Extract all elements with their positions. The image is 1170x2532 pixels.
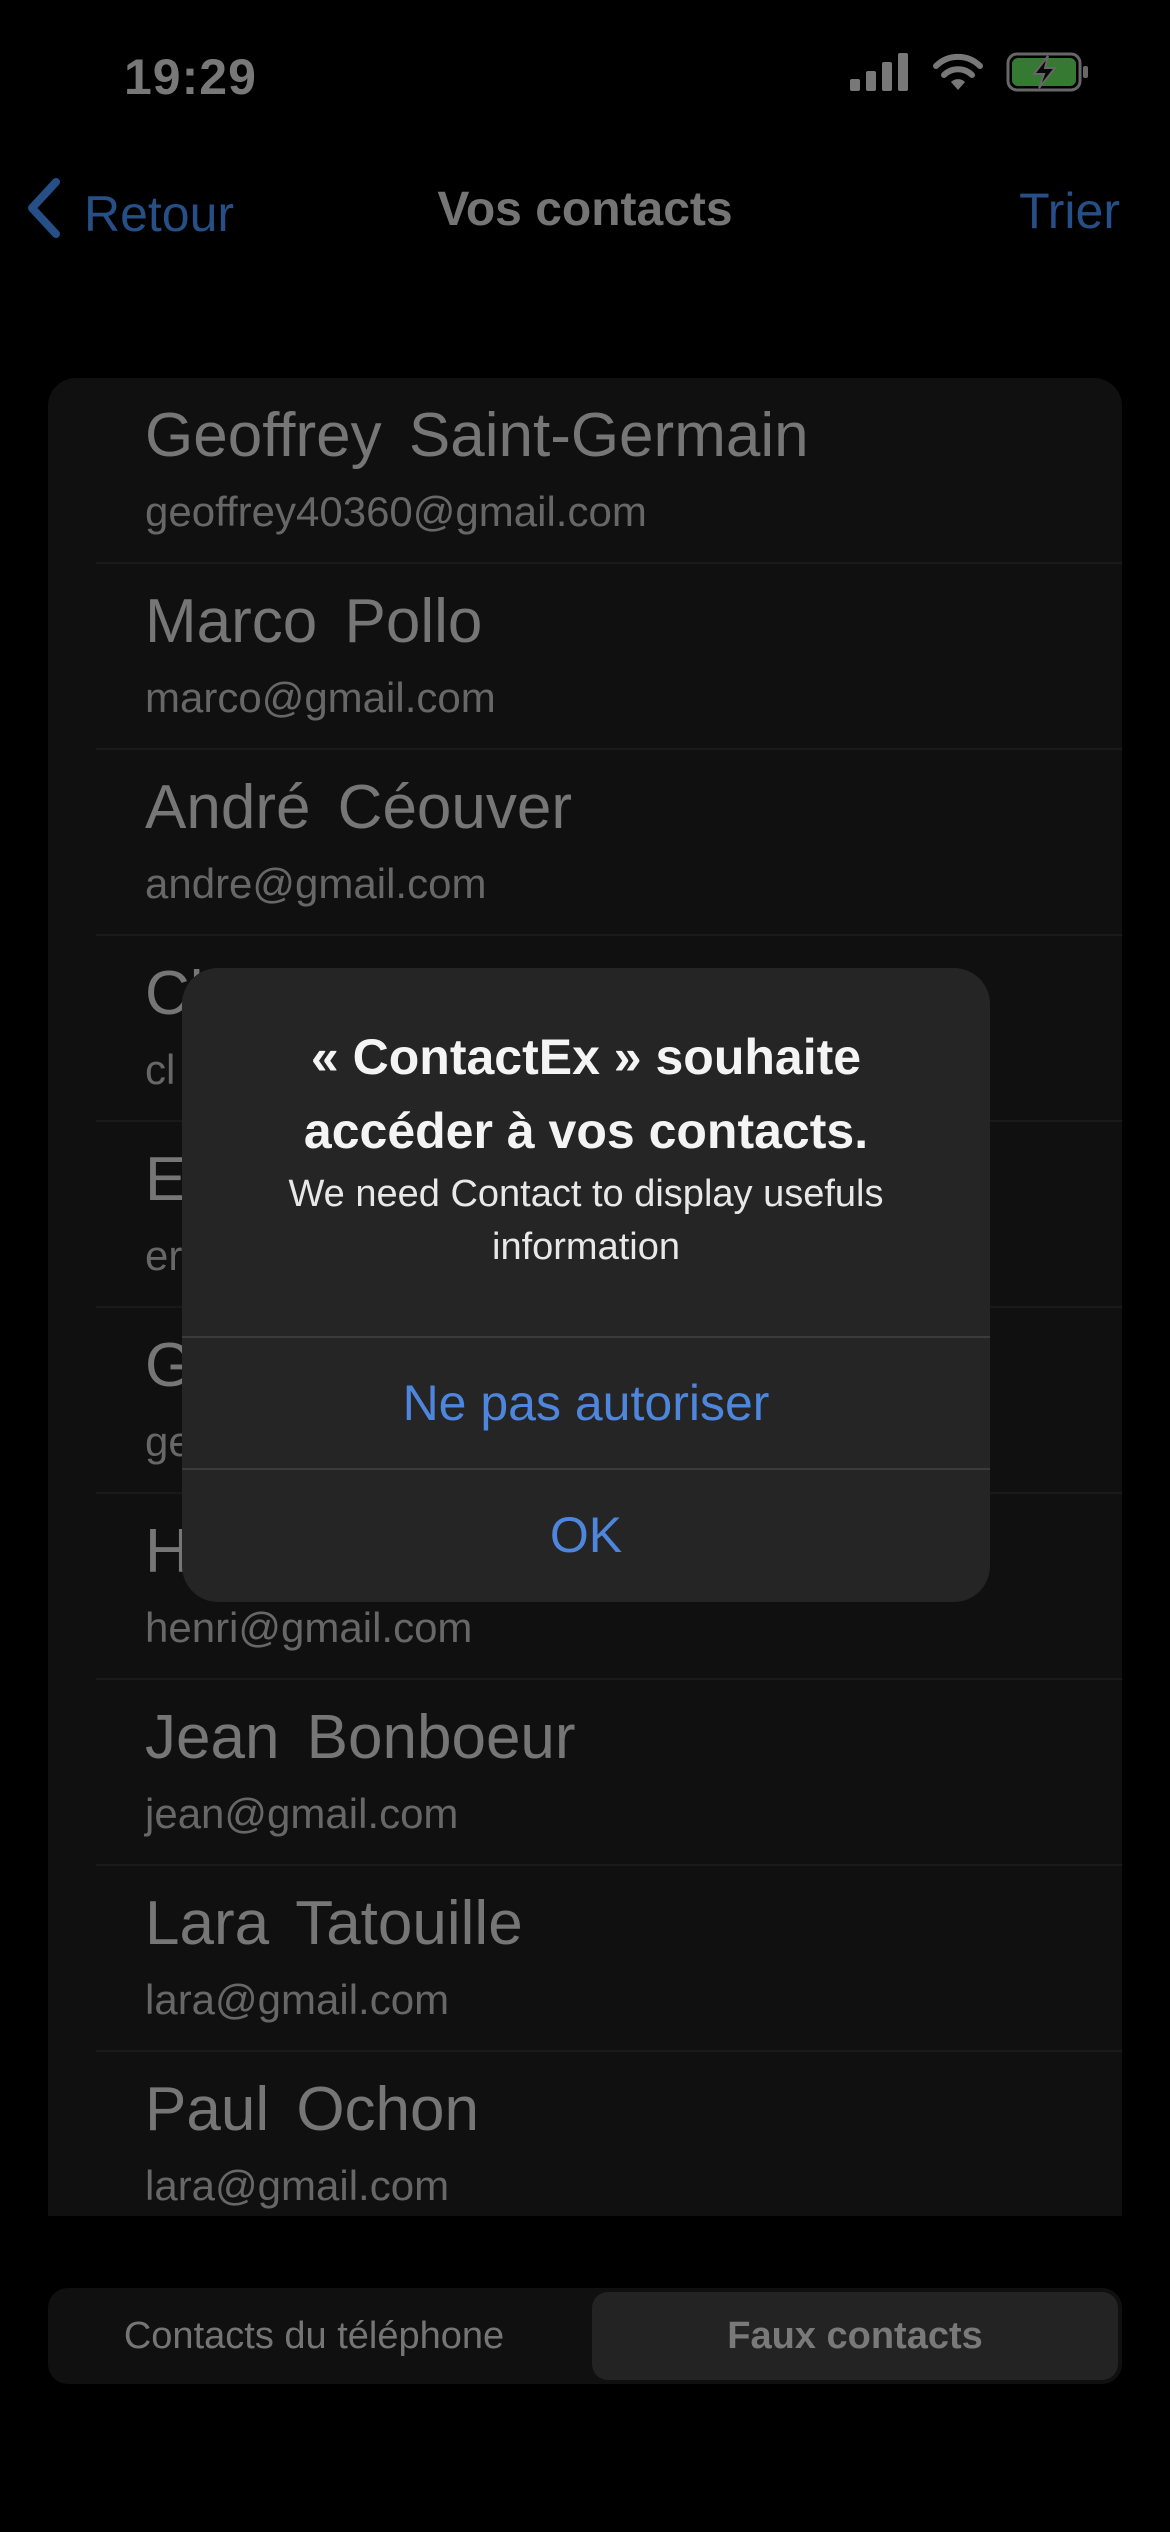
alert-title: « ContactEx » souhaite accéder à vos con…	[303, 1029, 869, 1159]
deny-button[interactable]: Ne pas autoriser	[182, 1338, 990, 1468]
ok-button[interactable]: OK	[182, 1470, 990, 1600]
alert-message: We need Contact to display usefuls infor…	[288, 1173, 884, 1268]
permission-alert: « ContactEx » souhaite accéder à vos con…	[182, 968, 990, 1602]
